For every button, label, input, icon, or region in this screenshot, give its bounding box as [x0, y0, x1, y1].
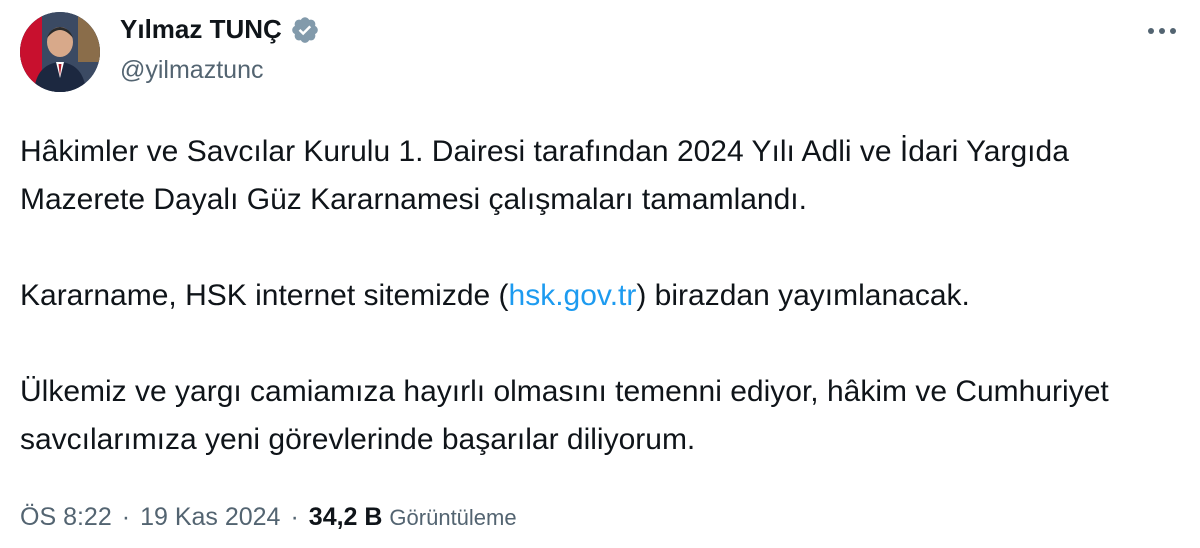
- tweet-paragraph-1: Hâkimler ve Savcılar Kurulu 1. Dairesi t…: [20, 135, 1069, 216]
- meta-separator: ·: [290, 503, 299, 531]
- verified-badge-icon: [292, 16, 318, 43]
- avatar[interactable]: [20, 12, 100, 92]
- author-handle[interactable]: @yilmaztunc: [120, 56, 263, 85]
- more-dot: [1170, 28, 1176, 34]
- meta-separator: ·: [121, 503, 131, 531]
- tweet-paragraph-3: Ülkemiz ve yargı camiamıza hayırlı olmas…: [20, 375, 1109, 456]
- tweet-date[interactable]: 19 Kas 2024: [140, 503, 280, 532]
- views-group[interactable]: 34,2 B Görüntüleme: [309, 503, 517, 532]
- more-dot: [1148, 28, 1154, 34]
- avatar-image: [20, 12, 100, 92]
- more-options-icon[interactable]: [1142, 22, 1182, 40]
- author-name-row[interactable]: Yılmaz TUNÇ: [120, 14, 320, 45]
- tweet-p2-before: Kararname, HSK internet sitemizde (: [20, 279, 509, 312]
- hsk-link[interactable]: hsk.gov.tr: [509, 279, 637, 312]
- author-display-name[interactable]: Yılmaz TUNÇ: [120, 14, 282, 45]
- views-label: Görüntüleme: [389, 505, 517, 530]
- more-dot: [1159, 28, 1165, 34]
- tweet-meta: ÖS 8:22 · 19 Kas 2024 · 34,2 B Görüntüle…: [20, 503, 517, 532]
- tweet-p2-after: ) birazdan yayımlanacak.: [636, 279, 970, 312]
- tweet-paragraph-2: Kararname, HSK internet sitemizde (hsk.g…: [20, 272, 1180, 320]
- views-count: 34,2 B: [308, 503, 383, 531]
- tweet-text: Hâkimler ve Savcılar Kurulu 1. Dairesi t…: [20, 128, 1180, 464]
- tweet-time[interactable]: ÖS 8:22: [20, 503, 112, 532]
